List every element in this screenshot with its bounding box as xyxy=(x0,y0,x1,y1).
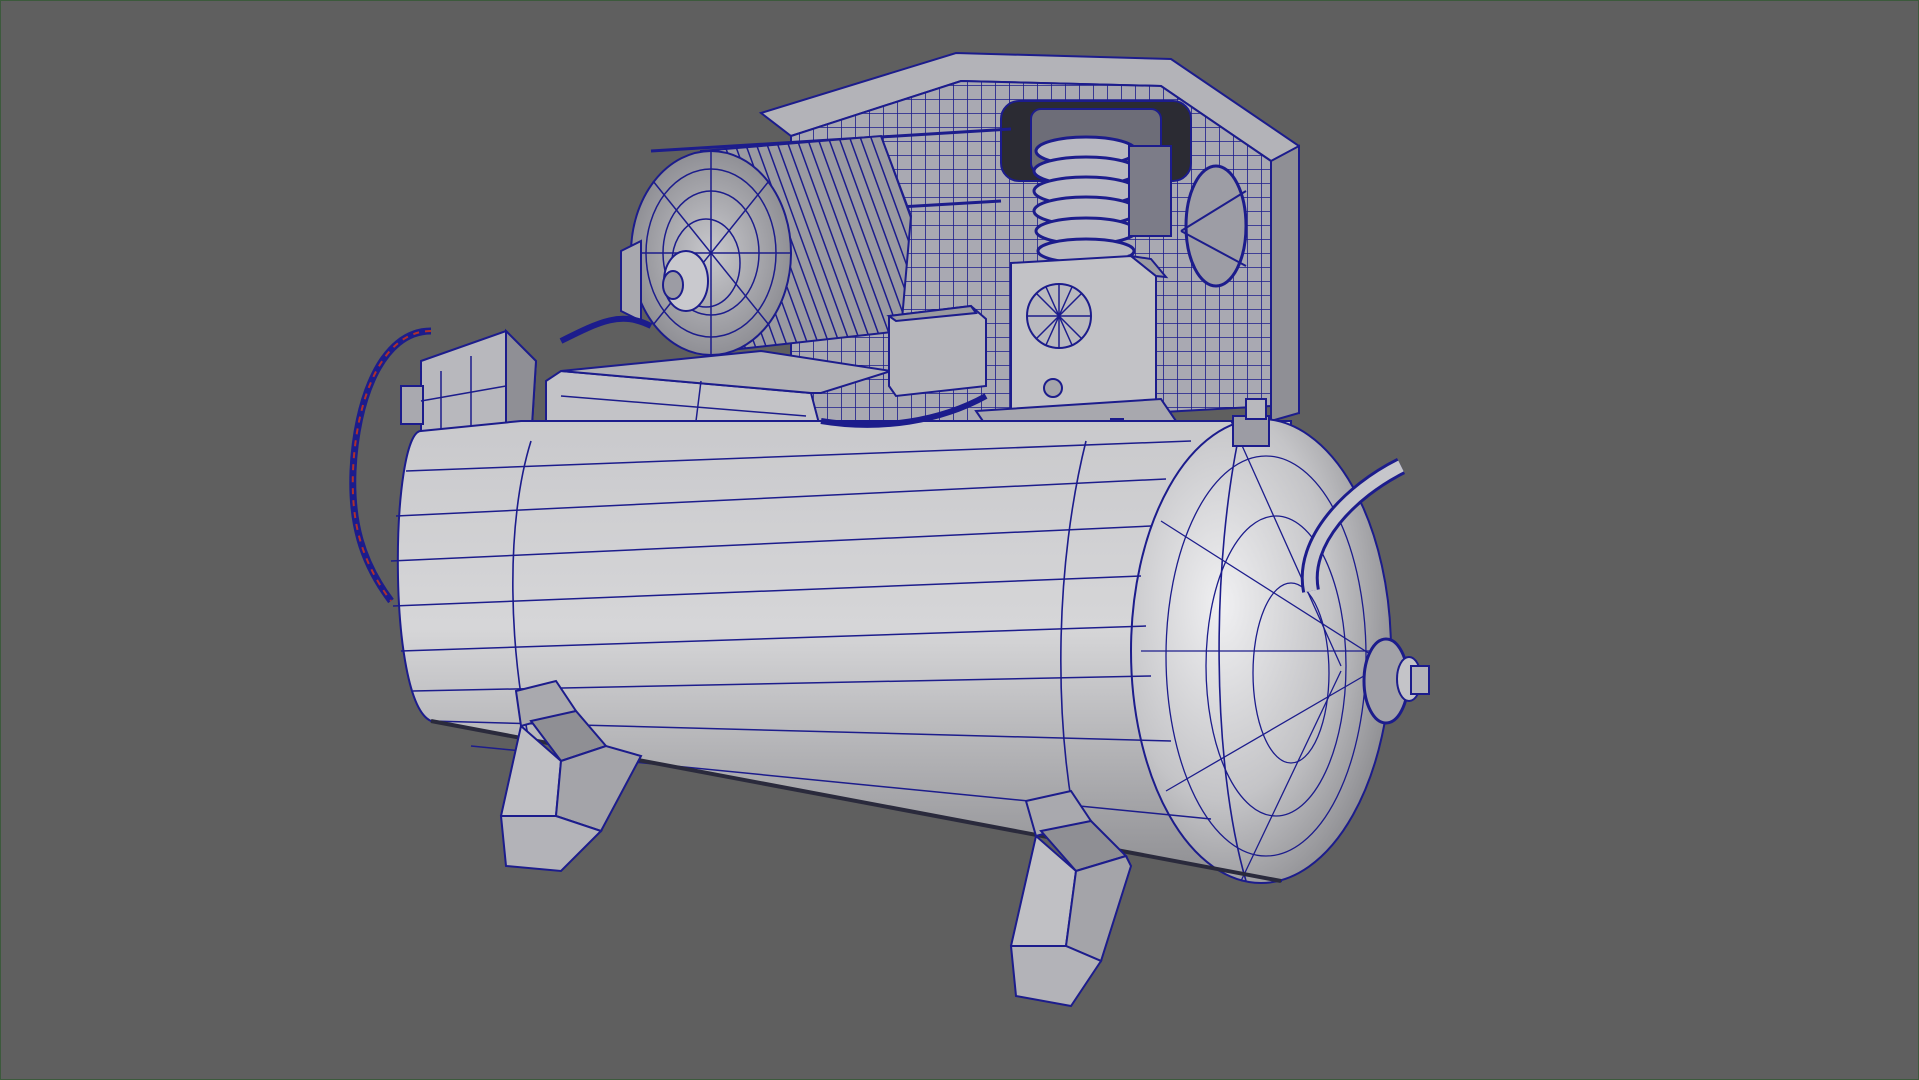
electric-motor xyxy=(620,134,913,356)
compressor-model[interactable] xyxy=(1,1,1918,1079)
3d-viewport[interactable] xyxy=(0,0,1919,1080)
drain-valve xyxy=(1362,637,1430,725)
